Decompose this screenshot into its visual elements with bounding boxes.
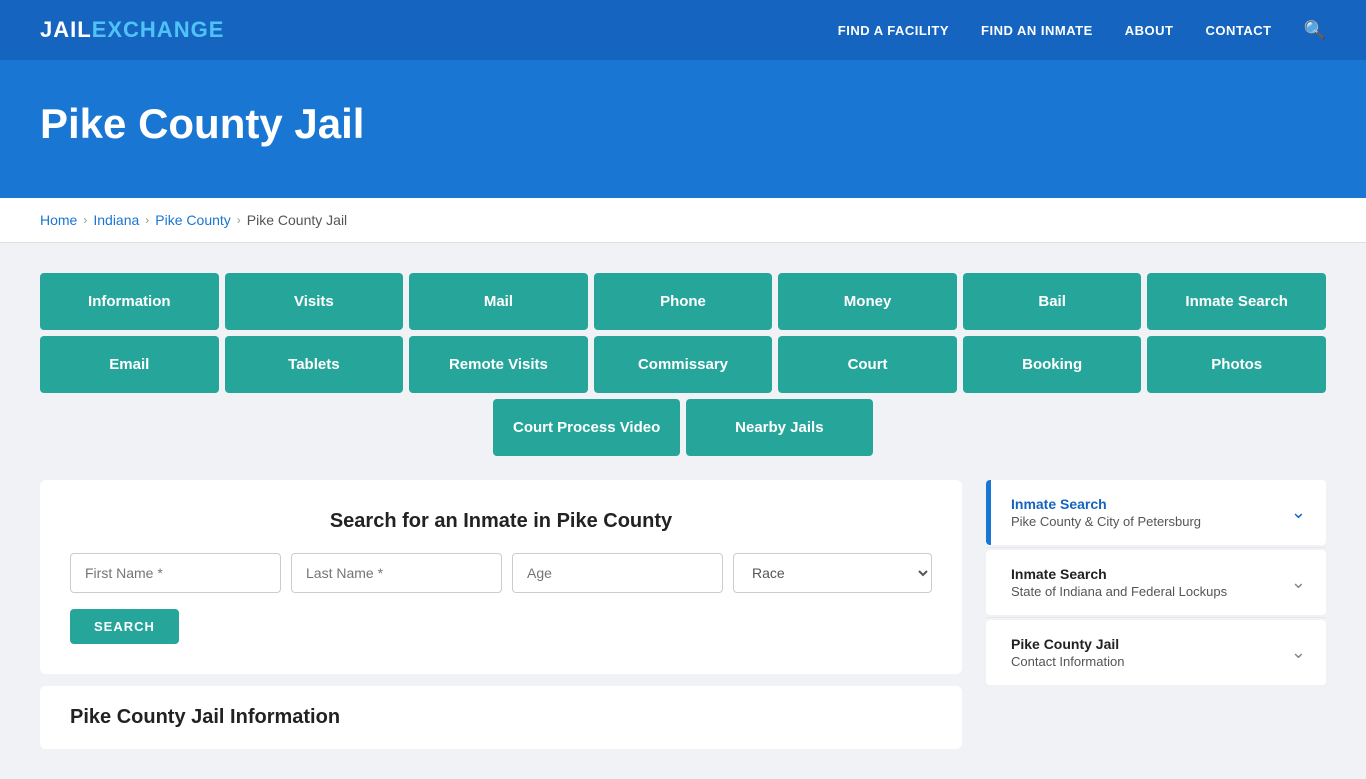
breadcrumb: Home › Indiana › Pike County › Pike Coun… <box>0 198 1366 243</box>
search-title: Search for an Inmate in Pike County <box>70 510 932 533</box>
logo[interactable]: JAIL EXCHANGE <box>40 17 224 43</box>
sidebar-item-titles-2: Pike County Jail Contact Information <box>1011 636 1124 669</box>
age-input[interactable] <box>512 553 723 593</box>
breadcrumb-sep-1: › <box>83 213 87 227</box>
btn-court-process-video[interactable]: Court Process Video <box>493 399 680 456</box>
sidebar-item-2[interactable]: Pike County Jail Contact Information ⌄ <box>986 620 1326 685</box>
breadcrumb-home[interactable]: Home <box>40 212 77 228</box>
btn-bail[interactable]: Bail <box>963 273 1142 330</box>
sidebar-item-header-0[interactable]: Inmate Search Pike County & City of Pete… <box>991 480 1326 545</box>
chevron-down-icon-2: ⌄ <box>1291 642 1306 663</box>
chevron-down-icon-1: ⌄ <box>1291 572 1306 593</box>
btn-mail[interactable]: Mail <box>409 273 588 330</box>
sidebar-item-top-0: Inmate Search <box>1011 496 1201 512</box>
btn-booking[interactable]: Booking <box>963 336 1142 393</box>
btn-remote-visits[interactable]: Remote Visits <box>409 336 588 393</box>
search-icon[interactable]: 🔍 <box>1304 20 1326 41</box>
btn-money[interactable]: Money <box>778 273 957 330</box>
grid-row-2: Email Tablets Remote Visits Commissary C… <box>40 336 1326 393</box>
info-section: Pike County Jail Information <box>40 686 962 749</box>
nav-about[interactable]: ABOUT <box>1125 23 1174 38</box>
sidebar-item-titles-0: Inmate Search Pike County & City of Pete… <box>1011 496 1201 529</box>
sidebar-item-titles-1: Inmate Search State of Indiana and Feder… <box>1011 566 1227 599</box>
info-title: Pike County Jail Information <box>70 706 932 729</box>
nav-find-facility[interactable]: FIND A FACILITY <box>838 23 949 38</box>
btn-email[interactable]: Email <box>40 336 219 393</box>
logo-jail: JAIL <box>40 17 92 43</box>
breadcrumb-sep-3: › <box>237 213 241 227</box>
last-name-input[interactable] <box>291 553 502 593</box>
nav-find-inmate[interactable]: FIND AN INMATE <box>981 23 1093 38</box>
btn-nearby-jails[interactable]: Nearby Jails <box>686 399 873 456</box>
grid-row-3: Court Process Video Nearby Jails <box>40 399 1326 456</box>
search-card: Search for an Inmate in Pike County Race… <box>40 480 962 674</box>
sidebar: Inmate Search Pike County & City of Pete… <box>986 480 1326 685</box>
logo-exchange: EXCHANGE <box>92 17 225 43</box>
breadcrumb-indiana[interactable]: Indiana <box>93 212 139 228</box>
sidebar-item-top-1: Inmate Search <box>1011 566 1227 582</box>
grid-row-1: Information Visits Mail Phone Money Bail… <box>40 273 1326 330</box>
btn-information[interactable]: Information <box>40 273 219 330</box>
sidebar-item-top-2: Pike County Jail <box>1011 636 1124 652</box>
sidebar-item-0[interactable]: Inmate Search Pike County & City of Pete… <box>986 480 1326 545</box>
sidebar-divider-1 <box>986 547 1326 548</box>
search-button[interactable]: SEARCH <box>70 609 179 644</box>
btn-photos[interactable]: Photos <box>1147 336 1326 393</box>
chevron-down-icon-0: ⌄ <box>1291 502 1306 523</box>
breadcrumb-sep-2: › <box>145 213 149 227</box>
bottom-section: Search for an Inmate in Pike County Race… <box>40 480 1326 749</box>
sidebar-item-sub-2: Contact Information <box>1011 654 1124 669</box>
sidebar-item-sub-0: Pike County & City of Petersburg <box>1011 514 1201 529</box>
breadcrumb-current: Pike County Jail <box>247 212 347 228</box>
sidebar-divider-2 <box>986 617 1326 618</box>
sidebar-item-sub-1: State of Indiana and Federal Lockups <box>1011 584 1227 599</box>
sidebar-item-1[interactable]: Inmate Search State of Indiana and Feder… <box>986 550 1326 615</box>
main-content: Information Visits Mail Phone Money Bail… <box>0 243 1366 779</box>
nav-links: FIND A FACILITY FIND AN INMATE ABOUT CON… <box>838 20 1326 41</box>
sidebar-item-header-1[interactable]: Inmate Search State of Indiana and Feder… <box>991 550 1326 615</box>
hero-banner: Pike County Jail <box>0 60 1366 198</box>
page-title: Pike County Jail <box>40 100 1326 148</box>
race-select[interactable]: Race White Black Hispanic Asian Native A… <box>733 553 932 593</box>
btn-commissary[interactable]: Commissary <box>594 336 773 393</box>
btn-inmate-search[interactable]: Inmate Search <box>1147 273 1326 330</box>
btn-court[interactable]: Court <box>778 336 957 393</box>
navbar: JAIL EXCHANGE FIND A FACILITY FIND AN IN… <box>0 0 1366 60</box>
nav-contact[interactable]: CONTACT <box>1205 23 1271 38</box>
first-name-input[interactable] <box>70 553 281 593</box>
btn-tablets[interactable]: Tablets <box>225 336 404 393</box>
sidebar-item-header-2[interactable]: Pike County Jail Contact Information ⌄ <box>991 620 1326 685</box>
breadcrumb-pike-county[interactable]: Pike County <box>155 212 230 228</box>
search-form-row: Race White Black Hispanic Asian Native A… <box>70 553 932 593</box>
btn-phone[interactable]: Phone <box>594 273 773 330</box>
btn-visits[interactable]: Visits <box>225 273 404 330</box>
